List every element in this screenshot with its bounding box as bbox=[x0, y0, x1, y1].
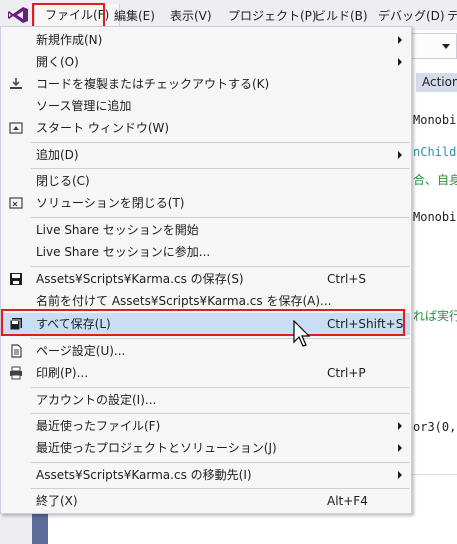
menu-separator bbox=[31, 387, 409, 388]
code-line: MonobitE bbox=[413, 113, 457, 127]
menu-item-add[interactable]: 追加(D) bbox=[2, 144, 410, 166]
mouse-cursor-icon bbox=[293, 320, 311, 347]
chevron-right-icon bbox=[398, 58, 402, 66]
menu-separator bbox=[31, 462, 409, 463]
menu-item-label: 印刷(P)... bbox=[36, 366, 89, 380]
menu-project[interactable]: プロジェクト(P) bbox=[228, 8, 317, 24]
chevron-right-icon bbox=[398, 422, 402, 430]
menu-item-label: 追加(D) bbox=[36, 148, 79, 162]
code-line: or3(0,2 bbox=[413, 420, 457, 434]
menu-item-recent-files[interactable]: 最近使ったファイル(F) bbox=[2, 415, 410, 437]
code-line: れば実行 bbox=[413, 309, 457, 323]
menu-item-label: Live Share セッションを開始 bbox=[36, 223, 199, 237]
menu-item-live-share-start[interactable]: Live Share セッションを開始 bbox=[2, 219, 410, 241]
menu-item-recent-projects[interactable]: 最近使ったプロジェクトとソリューション(J) bbox=[2, 437, 410, 459]
chevron-right-icon bbox=[398, 471, 402, 479]
save-icon bbox=[10, 273, 22, 285]
menu-item-exit[interactable]: 終了(X) Alt+F4 bbox=[2, 490, 410, 512]
menu-separator bbox=[31, 266, 409, 267]
code-line: 合、自身 bbox=[413, 173, 457, 187]
menu-item-clone[interactable]: コードを複製またはチェックアウトする(K) bbox=[2, 73, 410, 95]
start-window-icon bbox=[9, 122, 23, 134]
menu-item-label: コードを複製またはチェックアウトする(K) bbox=[36, 77, 270, 91]
menu-item-label: Live Share セッションに参加... bbox=[36, 245, 211, 259]
menu-separator bbox=[31, 338, 409, 339]
menu-item-label: 開く(O) bbox=[36, 55, 79, 69]
menu-separator bbox=[31, 488, 409, 489]
toolbar-dropdown[interactable] bbox=[410, 33, 457, 59]
action-tab[interactable]: Action bbox=[416, 73, 457, 92]
menu-item-label: 名前を付けて Assets¥Scripts¥Karma.cs を保存(A)... bbox=[36, 294, 332, 308]
menu-item-label: Assets¥Scripts¥Karma.cs の保存(S) bbox=[36, 272, 244, 286]
page-setup-icon bbox=[11, 344, 22, 358]
print-icon bbox=[10, 366, 22, 380]
menu-item-new[interactable]: 新規作成(N) bbox=[2, 29, 410, 51]
menu-item-save[interactable]: Assets¥Scripts¥Karma.cs の保存(S) Ctrl+S bbox=[2, 268, 410, 290]
code-line: Monobit bbox=[413, 210, 457, 224]
menu-separator bbox=[31, 142, 409, 143]
menu-item-label: 終了(X) bbox=[36, 494, 78, 508]
menu-item-move-to[interactable]: Assets¥Scripts¥Karma.cs の移動先(I) bbox=[2, 464, 410, 486]
menu-item-label: 閉じる(C) bbox=[36, 174, 90, 188]
chevron-right-icon bbox=[398, 151, 402, 159]
menu-test[interactable]: テ bbox=[447, 8, 457, 24]
menu-item-page-setup[interactable]: ページ設定(U)... bbox=[2, 340, 410, 362]
menu-item-open[interactable]: 開く(O) bbox=[2, 51, 410, 73]
menu-item-label: アカウントの設定(I)... bbox=[36, 393, 157, 407]
menu-item-label: 最近使ったファイル(F) bbox=[36, 419, 161, 433]
menu-item-shortcut: Ctrl+P bbox=[327, 366, 366, 380]
menu-separator bbox=[31, 413, 409, 414]
menu-item-close[interactable]: 閉じる(C) bbox=[2, 170, 410, 192]
chevron-right-icon bbox=[398, 444, 402, 452]
file-menu-highlight-box bbox=[32, 3, 105, 28]
menu-item-label: 新規作成(N) bbox=[36, 33, 103, 47]
menu-edit[interactable]: 編集(E) bbox=[114, 8, 155, 24]
menu-item-shortcut: Alt+F4 bbox=[327, 494, 368, 508]
clone-icon bbox=[10, 78, 22, 89]
menu-item-start-window[interactable]: スタート ウィンドウ(W) bbox=[2, 117, 410, 139]
menu-item-label: スタート ウィンドウ(W) bbox=[36, 121, 170, 135]
menu-separator bbox=[31, 217, 409, 218]
chevron-down-icon bbox=[442, 44, 450, 49]
menu-item-account-settings[interactable]: アカウントの設定(I)... bbox=[2, 389, 410, 411]
menu-debug[interactable]: デバッグ(D) bbox=[378, 8, 445, 24]
menu-item-label: ソース管理に追加 bbox=[36, 99, 132, 113]
menu-item-label: 最近使ったプロジェクトとソリューション(J) bbox=[36, 441, 277, 455]
menu-item-label: ソリューションを閉じる(T) bbox=[36, 196, 185, 210]
menu-item-shortcut: Ctrl+S bbox=[327, 272, 367, 286]
menu-separator bbox=[31, 168, 409, 169]
file-menu-dropdown: 新規作成(N) 開く(O) コードを複製またはチェックアウトする(K) ソース管… bbox=[0, 26, 412, 514]
chevron-right-icon bbox=[398, 36, 402, 44]
menu-item-live-share-join[interactable]: Live Share セッションに参加... bbox=[2, 241, 410, 263]
menu-item-label: Assets¥Scripts¥Karma.cs の移動先(I) bbox=[36, 468, 252, 482]
menu-item-label: ページ設定(U)... bbox=[36, 344, 126, 358]
save-all-highlight-box bbox=[1, 309, 405, 336]
visual-studio-logo[interactable] bbox=[7, 6, 29, 24]
code-line: nChildr bbox=[413, 145, 457, 159]
menu-build[interactable]: ビルド(B) bbox=[314, 8, 368, 24]
menu-item-print[interactable]: 印刷(P)... Ctrl+P bbox=[2, 362, 410, 384]
menu-item-close-solution[interactable]: ソリューションを閉じる(T) bbox=[2, 192, 410, 214]
menu-view[interactable]: 表示(V) bbox=[170, 8, 212, 24]
menu-item-add-to-source-control[interactable]: ソース管理に追加 bbox=[2, 95, 410, 117]
close-solution-icon bbox=[9, 197, 23, 209]
